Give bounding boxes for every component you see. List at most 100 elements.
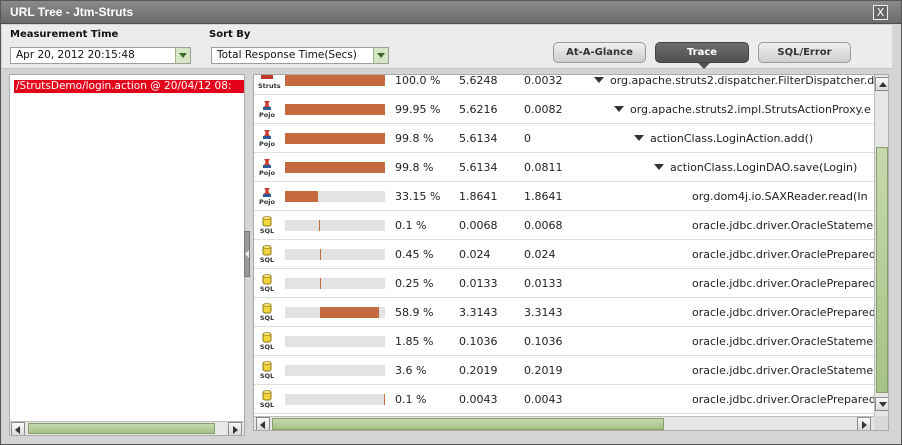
expand-toggle-icon[interactable] [634, 135, 644, 141]
trace-row[interactable]: Pojo 99.8 % 5.6134 0.0811 actionClass.LoginD… [254, 153, 874, 182]
percent-value: 33.15 % [395, 190, 441, 203]
sort-by-value: Total Response Time(Secs) [217, 49, 357, 61]
vertical-scrollbar[interactable] [874, 75, 888, 416]
close-button[interactable]: X [873, 5, 888, 20]
method-name[interactable]: org.apache.struts2.impl.StrutsActionProx… [614, 103, 871, 116]
self-time-value: 0 [524, 132, 531, 145]
scroll-left-icon[interactable] [256, 417, 270, 430]
method-name[interactable]: oracle.jdbc.driver.OraclePrepared [692, 277, 876, 290]
trace-row[interactable]: SQL 58.9 % 3.3143 3.3143 oracle.jdbc.driver.… [254, 298, 876, 327]
icon-caption: SQL [259, 401, 275, 409]
response-bar [285, 75, 385, 86]
self-time-value: 1.8641 [524, 190, 563, 203]
response-time-value: 3.3143 [459, 306, 498, 319]
response-bar-fill [319, 220, 320, 231]
self-time-value: 3.3143 [524, 306, 563, 319]
response-bar-fill [285, 191, 318, 202]
trace-row[interactable]: Struts 100.0 % 5.6248 0.0032 org.apache.stru… [254, 74, 874, 95]
tab-at-a-glance[interactable]: At-A-Glance [553, 42, 646, 63]
method-name[interactable]: oracle.jdbc.driver.OracleStateme [692, 335, 873, 348]
sql-icon: SQL [258, 303, 276, 323]
method-label: actionClass.LoginAction.add() [650, 132, 814, 145]
percent-value: 3.6 % [395, 364, 427, 377]
method-name[interactable]: oracle.jdbc.driver.OraclePrepared [692, 393, 876, 406]
icon-caption: SQL [259, 314, 275, 322]
trace-row[interactable]: SQL 0.1 % 0.0068 0.0068 oracle.jdbc.driver.O… [254, 211, 874, 240]
measurement-time-select[interactable]: Apr 20, 2012 20:15:48 [10, 47, 191, 64]
trace-row[interactable]: SQL 0.1 % 0.0043 0.0043 oracle.jdbc.driver.O… [254, 385, 876, 414]
method-name[interactable]: org.dom4j.io.SAXReader.read(In [692, 190, 868, 203]
method-label: oracle.jdbc.driver.OracleStateme [692, 219, 874, 232]
method-name[interactable]: actionClass.LoginDAO.save(Login) [654, 161, 857, 174]
trace-row[interactable]: SQL 1.85 % 0.1036 0.1036 oracle.jdbc.driver.… [254, 327, 874, 356]
scroll-right-icon[interactable] [228, 422, 242, 435]
chevron-down-icon[interactable] [175, 48, 190, 63]
scroll-up-icon[interactable] [875, 77, 888, 91]
method-name[interactable]: oracle.jdbc.driver.OracleStateme [692, 364, 873, 377]
scroll-right-icon[interactable] [857, 417, 871, 430]
list-item-selected[interactable]: /StrutsDemo/login.action @ 20/04/12 08: [14, 80, 244, 93]
trace-pane: Struts 100.0 % 5.6248 0.0032 org.apache.stru… [253, 74, 889, 431]
tab-sql-error[interactable]: SQL/Error [758, 42, 851, 63]
percent-value: 99.8 % [395, 161, 434, 174]
self-time-value: 0.0082 [524, 103, 563, 116]
response-bar-fill [285, 75, 385, 86]
expand-toggle-icon[interactable] [654, 164, 664, 170]
icon-caption: SQL [259, 227, 275, 235]
response-time-value: 1.8641 [459, 190, 498, 203]
url-tree-window: URL Tree - Jtm-Struts X Measurement Time… [0, 0, 902, 445]
percent-value: 100.0 % [395, 74, 441, 87]
response-bar [285, 104, 385, 115]
left-horizontal-scrollbar[interactable] [10, 421, 244, 435]
measurement-time-label: Measurement Time [10, 29, 119, 40]
method-name[interactable]: org.apache.struts2.dispatcher.FilterDisp… [594, 75, 874, 87]
response-time-value: 0.0043 [459, 393, 498, 406]
sql-icon: SQL [258, 332, 276, 352]
response-time-value: 5.6248 [459, 74, 498, 87]
icon-caption: SQL [259, 343, 275, 351]
struts-icon: Struts [258, 75, 281, 91]
pane-splitter-handle[interactable] [244, 231, 250, 277]
trace-row[interactable]: Pojo 33.15 % 1.8641 1.8641 org.dom4j.io.SAXR… [254, 182, 874, 211]
response-bar-fill [285, 133, 385, 144]
window-title: URL Tree - Jtm-Struts [10, 5, 134, 19]
left-scroll-thumb[interactable] [28, 423, 215, 434]
method-name[interactable]: oracle.jdbc.driver.OraclePrepared [692, 248, 876, 261]
response-bar [285, 220, 385, 231]
pojo-icon: Pojo [258, 100, 276, 120]
scroll-corner [874, 416, 888, 430]
percent-value: 0.1 % [395, 219, 427, 232]
method-name[interactable]: actionClass.LoginAction.add() [634, 132, 813, 145]
response-bar [285, 133, 385, 144]
response-time-value: 5.6134 [459, 161, 498, 174]
horizontal-scroll-thumb[interactable] [272, 418, 664, 430]
method-label: oracle.jdbc.driver.OraclePrepared [692, 393, 876, 406]
chevron-down-icon[interactable] [373, 48, 388, 63]
trace-row[interactable]: SQL 0.45 % 0.024 0.024 oracle.jdbc.driver.Or… [254, 240, 876, 269]
expand-toggle-icon[interactable] [614, 106, 624, 112]
method-label: oracle.jdbc.driver.OraclePrepared [692, 277, 876, 290]
response-bar [285, 278, 385, 289]
sort-by-select[interactable]: Total Response Time(Secs) [211, 47, 389, 64]
icon-caption: SQL [259, 285, 275, 293]
vertical-scroll-thumb[interactable] [876, 147, 888, 393]
self-time-value: 0.0043 [524, 393, 563, 406]
pojo-icon: Pojo [258, 129, 276, 149]
method-label: oracle.jdbc.driver.OracleStateme [692, 335, 874, 348]
trace-row[interactable]: SQL 0.25 % 0.0133 0.0133 oracle.jdbc.driver.… [254, 269, 876, 298]
method-name[interactable]: oracle.jdbc.driver.OraclePrepared [692, 306, 876, 319]
response-time-value: 5.6216 [459, 103, 498, 116]
trace-row[interactable]: Pojo 99.95 % 5.6216 0.0082 org.apache.struts… [254, 95, 874, 124]
trace-row[interactable]: Pojo 99.8 % 5.6134 0 actionClass.LoginAction… [254, 124, 874, 153]
expand-toggle-icon[interactable] [594, 77, 604, 83]
tab-trace[interactable]: Trace [655, 42, 749, 69]
method-label: org.apache.struts2.impl.StrutsActionProx… [630, 103, 871, 116]
response-time-value: 0.0133 [459, 277, 498, 290]
percent-value: 1.85 % [395, 335, 434, 348]
scroll-down-icon[interactable] [875, 397, 888, 411]
scroll-left-icon[interactable] [11, 422, 25, 435]
method-name[interactable]: oracle.jdbc.driver.OracleStateme [692, 219, 873, 232]
method-label: actionClass.LoginDAO.save(Login) [670, 161, 858, 174]
trace-row[interactable]: SQL 3.6 % 0.2019 0.2019 oracle.jdbc.driver.O… [254, 356, 874, 385]
horizontal-scrollbar[interactable] [254, 416, 874, 430]
